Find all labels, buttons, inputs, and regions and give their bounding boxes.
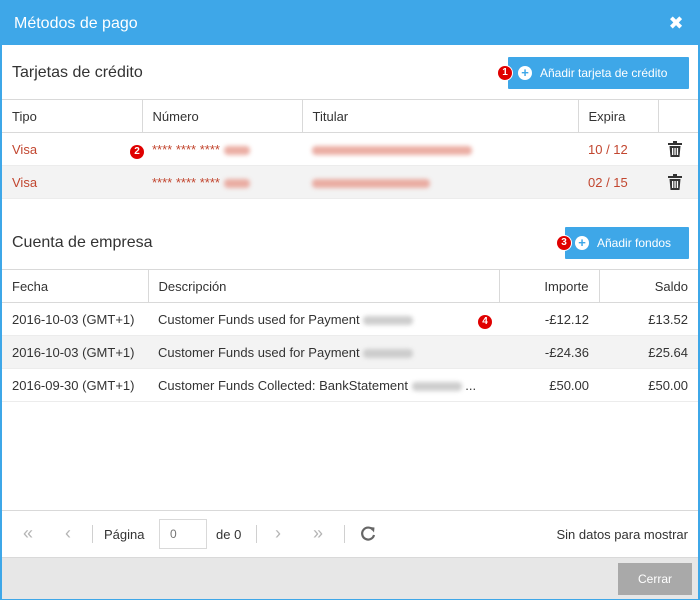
annotation-badge-2: 2 bbox=[130, 145, 144, 159]
table-row[interactable]: Visa **** **** **** 02 / 15 bbox=[2, 165, 698, 199]
add-credit-card-button[interactable]: + Añadir tarjeta de crédito bbox=[508, 57, 689, 89]
annotation-badge-1: 1 bbox=[498, 66, 512, 80]
card-actions bbox=[658, 132, 698, 166]
credit-cards-table: Tipo Número Titular Expira Visa **** ***… bbox=[2, 99, 698, 199]
card-actions bbox=[658, 165, 698, 199]
card-number-mask: **** **** **** bbox=[152, 174, 220, 190]
table-row[interactable]: Visa **** **** **** 10 / 12 bbox=[2, 132, 698, 166]
column-header-expiry[interactable]: Expira bbox=[578, 99, 659, 133]
plus-circle-icon: + bbox=[518, 66, 532, 80]
card-type: Visa bbox=[2, 165, 142, 199]
column-header-actions bbox=[658, 99, 698, 133]
page-label: Página bbox=[104, 527, 145, 542]
transaction-date: 2016-10-03 (GMT+1) bbox=[2, 302, 148, 336]
table-header-row: Fecha Descripción Importe Saldo bbox=[2, 269, 698, 303]
cards-section-title: Tarjetas de crédito bbox=[12, 64, 143, 81]
transaction-date: 2016-09-30 (GMT+1) bbox=[2, 368, 148, 402]
column-header-number[interactable]: Número bbox=[142, 99, 303, 133]
card-number: **** **** **** bbox=[142, 132, 302, 166]
description-ellipsis: ... bbox=[465, 377, 477, 393]
redacted-digits bbox=[223, 145, 250, 155]
annotation-badge-3: 3 bbox=[557, 236, 571, 250]
refresh-icon[interactable] bbox=[360, 526, 376, 542]
transaction-date: 2016-10-03 (GMT+1) bbox=[2, 335, 148, 369]
column-header-amount[interactable]: Importe bbox=[499, 269, 600, 303]
first-page-icon[interactable]: « bbox=[18, 523, 38, 543]
redacted-reference bbox=[363, 315, 414, 325]
add-credit-card-label: Añadir tarjeta de crédito bbox=[540, 66, 668, 80]
card-type: Visa bbox=[2, 132, 142, 166]
annotation-badge-4: 4 bbox=[478, 315, 492, 329]
column-header-holder[interactable]: Titular bbox=[302, 99, 579, 133]
dialog-footer: Cerrar bbox=[2, 557, 698, 599]
company-section-title: Cuenta de empresa bbox=[12, 234, 153, 251]
trash-icon[interactable] bbox=[668, 174, 682, 191]
column-header-description[interactable]: Descripción bbox=[148, 269, 500, 303]
column-header-date[interactable]: Fecha bbox=[2, 269, 149, 303]
add-funds-label: Añadir fondos bbox=[597, 236, 672, 250]
column-header-type[interactable]: Tipo bbox=[2, 99, 143, 133]
card-expiry: 10 / 12 bbox=[578, 132, 658, 166]
transaction-amount: £50.00 bbox=[499, 368, 599, 402]
toolbar-separator bbox=[92, 525, 93, 543]
description-text: Customer Funds Collected: BankStatement bbox=[158, 377, 409, 393]
previous-page-icon[interactable]: ‹ bbox=[58, 523, 78, 543]
plus-circle-icon: + bbox=[575, 236, 589, 250]
next-page-icon[interactable]: › bbox=[268, 523, 288, 543]
card-expiry: 02 / 15 bbox=[578, 165, 658, 199]
toolbar-separator bbox=[256, 525, 257, 543]
last-page-icon[interactable]: » bbox=[308, 523, 328, 543]
table-row[interactable]: 2016-09-30 (GMT+1) Customer Funds Collec… bbox=[2, 368, 698, 402]
transaction-amount: -£12.12 bbox=[499, 302, 599, 336]
transaction-description: Customer Funds Collected: BankStatement … bbox=[148, 368, 499, 402]
redacted-holder bbox=[312, 178, 430, 188]
card-holder bbox=[302, 165, 578, 199]
payment-methods-dialog: Métodos de pago ✖ Tarjetas de crédito + … bbox=[0, 0, 700, 600]
transaction-balance: £13.52 bbox=[599, 302, 698, 336]
card-number-mask: **** **** **** bbox=[152, 141, 220, 157]
transaction-amount: -£24.36 bbox=[499, 335, 599, 369]
trash-icon[interactable] bbox=[668, 141, 682, 158]
redacted-reference bbox=[411, 381, 462, 391]
card-number: **** **** **** bbox=[142, 165, 302, 199]
redacted-holder bbox=[312, 145, 472, 155]
table-row[interactable]: 2016-10-03 (GMT+1) Customer Funds used f… bbox=[2, 302, 698, 336]
transaction-balance: £50.00 bbox=[599, 368, 698, 402]
page-number-input[interactable] bbox=[159, 519, 207, 549]
transaction-description: Customer Funds used for Payment bbox=[148, 335, 499, 369]
redacted-reference bbox=[363, 348, 414, 358]
close-button[interactable]: Cerrar bbox=[618, 563, 692, 595]
table-header-row: Tipo Número Titular Expira bbox=[2, 99, 698, 133]
dialog-title: Métodos de pago bbox=[14, 15, 138, 32]
page-count-label: de 0 bbox=[216, 527, 242, 542]
column-header-balance[interactable]: Saldo bbox=[599, 269, 698, 303]
redacted-digits bbox=[223, 178, 250, 188]
add-funds-button[interactable]: + Añadir fondos bbox=[565, 227, 689, 259]
transaction-balance: £25.64 bbox=[599, 335, 698, 369]
close-icon[interactable]: ✖ bbox=[668, 13, 684, 33]
description-text: Customer Funds used for Payment bbox=[158, 344, 360, 360]
description-text: Customer Funds used for Payment bbox=[158, 311, 360, 327]
card-holder bbox=[302, 132, 578, 166]
company-account-table: Fecha Descripción Importe Saldo 2016-10-… bbox=[2, 269, 698, 402]
pagination-toolbar: « ‹ Página de 0 › » Sin datos para mostr… bbox=[2, 510, 698, 557]
transaction-description: Customer Funds used for Payment bbox=[148, 302, 499, 336]
dialog-titlebar: Métodos de pago ✖ bbox=[2, 2, 698, 45]
table-row[interactable]: 2016-10-03 (GMT+1) Customer Funds used f… bbox=[2, 335, 698, 369]
no-data-message: Sin datos para mostrar bbox=[556, 527, 688, 542]
toolbar-separator bbox=[344, 525, 345, 543]
